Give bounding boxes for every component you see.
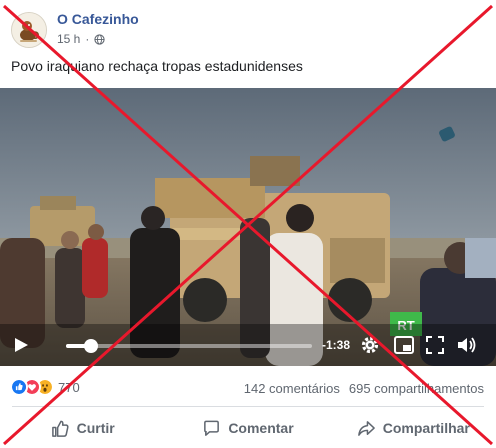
comment-bubble-icon bbox=[204, 420, 220, 436]
post-caption: Povo iraquiano rechaça tropas estadunide… bbox=[11, 58, 303, 74]
reactions-summary[interactable]: 770 bbox=[10, 378, 80, 396]
seek-handle[interactable] bbox=[83, 339, 98, 353]
action-divider bbox=[12, 406, 484, 407]
seek-bar[interactable] bbox=[66, 339, 312, 353]
volume-icon[interactable] bbox=[455, 334, 477, 356]
facebook-post: O Cafezinho 15 h · Povo iraquiano rechaç… bbox=[0, 0, 496, 448]
reaction-count: 770 bbox=[58, 379, 80, 395]
share-button[interactable]: Compartilhar bbox=[331, 410, 496, 446]
shares-count-link[interactable]: 695 compartilhamentos bbox=[349, 381, 484, 396]
fullscreen-icon[interactable] bbox=[424, 334, 446, 356]
like-label: Curtir bbox=[76, 420, 115, 436]
post-stats: 770 142 comentários 695 compartilhamento… bbox=[0, 374, 496, 402]
play-icon[interactable] bbox=[12, 336, 30, 354]
post-meta: 15 h · bbox=[57, 32, 105, 46]
like-button[interactable]: Curtir bbox=[0, 410, 165, 446]
globe-icon[interactable] bbox=[94, 33, 105, 45]
engagement-counts: 142 comentários 695 compartilhamentos bbox=[244, 381, 484, 396]
comment-button[interactable]: Comentar bbox=[165, 410, 330, 446]
page-name-link[interactable]: O Cafezinho bbox=[57, 11, 139, 27]
comments-count-link[interactable]: 142 comentários bbox=[244, 381, 340, 396]
like-reaction-icon bbox=[10, 378, 28, 396]
video-controls: -1:38 bbox=[0, 324, 496, 366]
time-remaining: -1:38 bbox=[322, 338, 351, 352]
meta-separator: · bbox=[85, 32, 90, 46]
settings-gear-icon[interactable] bbox=[359, 334, 381, 356]
video-player[interactable]: RT -1:38 bbox=[0, 88, 496, 366]
mini-player-icon[interactable] bbox=[393, 334, 415, 356]
post-timestamp[interactable]: 15 h bbox=[57, 32, 80, 46]
cafezinho-logo-icon bbox=[12, 13, 46, 47]
share-label: Compartilhar bbox=[382, 420, 470, 436]
share-arrow-icon bbox=[357, 420, 375, 436]
post-actions: Curtir Comentar Compartilhar bbox=[0, 410, 496, 446]
page-avatar[interactable] bbox=[11, 12, 47, 48]
comment-label: Comentar bbox=[228, 420, 294, 436]
thumbs-up-icon bbox=[51, 420, 69, 437]
